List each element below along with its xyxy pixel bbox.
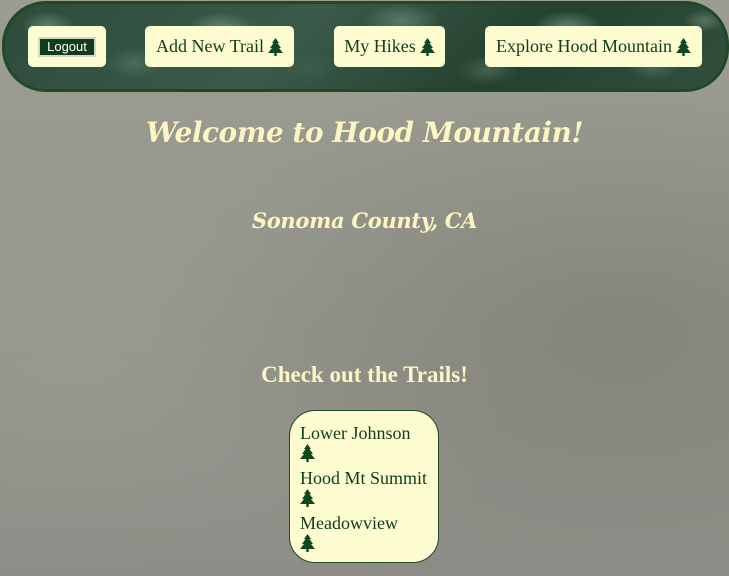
logout-button[interactable]: Logout bbox=[38, 36, 96, 57]
tree-icon bbox=[300, 489, 315, 507]
my-hikes-link[interactable]: My Hikes bbox=[344, 36, 435, 57]
welcome-heading: Welcome to Hood Mountain! bbox=[145, 116, 584, 149]
nav-item-my-hikes[interactable]: My Hikes bbox=[334, 26, 445, 67]
tree-icon bbox=[300, 444, 315, 462]
tree-icon bbox=[300, 534, 315, 552]
add-new-trail-link[interactable]: Add New Trail bbox=[156, 36, 283, 57]
trail-item-meadowview[interactable]: Meadowview bbox=[300, 512, 430, 557]
logout-container: Logout bbox=[28, 26, 106, 67]
nav-item-explore-hood-mountain[interactable]: Explore Hood Mountain bbox=[485, 26, 702, 67]
nav-item-add-new-trail[interactable]: Add New Trail bbox=[145, 26, 294, 67]
trails-heading: Check out the Trails! bbox=[261, 362, 468, 387]
tree-icon bbox=[675, 37, 691, 56]
trail-item-lower-johnson[interactable]: Lower Johnson bbox=[300, 422, 430, 467]
explore-hood-mountain-label: Explore Hood Mountain bbox=[496, 36, 672, 56]
add-new-trail-label: Add New Trail bbox=[155, 36, 264, 56]
explore-hood-mountain-link[interactable]: Explore Hood Mountain bbox=[496, 36, 691, 57]
top-navbar: Logout Add New Trail My Hikes Explore Ho… bbox=[2, 1, 729, 92]
trail-name: Meadowview bbox=[300, 513, 398, 533]
tree-icon bbox=[268, 37, 283, 56]
my-hikes-label: My Hikes bbox=[344, 36, 416, 56]
trail-name: Lower Johnson bbox=[300, 423, 411, 443]
trail-list-card: Lower Johnson Hood Mt Summit Meadowview bbox=[289, 410, 439, 563]
trail-name: Hood Mt Summit bbox=[300, 468, 428, 488]
tree-icon bbox=[419, 37, 435, 56]
trail-item-hood-mt-summit[interactable]: Hood Mt Summit bbox=[300, 467, 430, 512]
location-subheading: Sonoma County, CA bbox=[251, 208, 478, 233]
